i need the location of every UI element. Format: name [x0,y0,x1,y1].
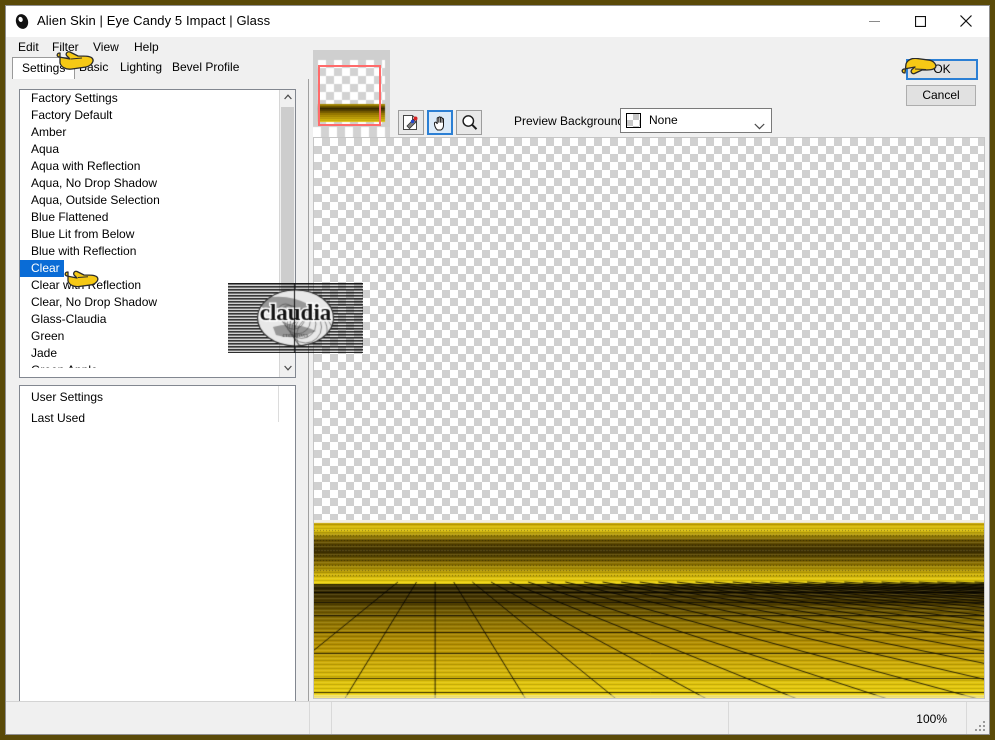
preset-item[interactable]: Factory Settings [20,90,278,107]
close-icon[interactable] [943,6,989,36]
minimize-icon[interactable] [851,6,897,36]
window-title: Alien Skin | Eye Candy 5 Impact | Glass [37,13,271,28]
preview-canvas[interactable] [313,137,985,699]
preview-background-label: Preview Background: [514,114,628,128]
preview-background-select[interactable]: None [620,108,772,133]
preset-item[interactable]: Aqua [20,141,278,158]
tab-settings[interactable]: Settings [12,57,76,79]
preset-item-partial[interactable]: Green Apple [20,362,278,368]
list-divider [278,386,279,422]
preview-background-value: None [649,113,678,127]
preset-item[interactable]: Clear [20,260,64,277]
chevron-down-icon [754,117,765,135]
preset-item[interactable]: Blue with Reflection [20,243,278,260]
maximize-icon[interactable] [897,6,943,36]
menu-item-edit[interactable]: Edit [12,38,45,56]
plugin-window: Alien Skin | Eye Candy 5 Impact | Glass … [5,5,990,735]
menu-item-view[interactable]: View [87,38,125,56]
preset-item[interactable]: Factory Default [20,107,278,124]
glass-floor-graphic [314,520,984,698]
preset-item[interactable]: Amber [20,124,278,141]
preset-item[interactable]: Blue Lit from Below [20,226,278,243]
menu-bar: Edit Filter View Help [6,37,989,57]
zoom-tool-icon[interactable] [456,110,482,135]
scroll-up-icon[interactable] [280,90,295,106]
resize-grip[interactable] [974,719,986,731]
preset-item[interactable]: Aqua, Outside Selection [20,192,278,209]
settings-panel: Factory Settings Factory Default Amber Aqua… [6,79,309,734]
user-preset-item[interactable]: Last Used [20,410,295,427]
hand-tool-icon[interactable] [427,110,453,135]
zoom-level: 100% [916,712,947,726]
checker-swatch-icon [626,113,641,128]
tab-strip: Settings Basic Lighting Bevel Profile [6,57,989,79]
preview-toolbar: Preview Background: None OK Cancel [309,50,989,139]
preset-item[interactable]: Aqua with Reflection [20,158,278,175]
title-bar: Alien Skin | Eye Candy 5 Impact | Glass [6,6,989,37]
status-bar: 100% [6,701,989,734]
menu-item-filter[interactable]: Filter [46,38,85,56]
watermark-logo [228,283,363,353]
alien-skin-icon [14,13,31,30]
scroll-down-icon[interactable] [280,361,295,377]
navigator-thumbnail[interactable] [313,50,390,137]
preset-item[interactable]: Aqua, No Drop Shadow [20,175,278,192]
menu-item-help[interactable]: Help [128,38,165,56]
user-preset-item[interactable]: User Settings [20,389,295,406]
user-presets-list[interactable]: User Settings Last Used [19,385,296,734]
cancel-button[interactable]: Cancel [906,85,976,106]
ok-button[interactable]: OK [906,59,978,80]
preview-area: Preview Background: None OK Cancel [309,50,989,701]
image-tool-icon[interactable] [398,110,424,135]
navigator-viewport-rect[interactable] [318,65,381,126]
preset-item[interactable]: Blue Flattened [20,209,278,226]
tab-bevel-profile[interactable]: Bevel Profile [163,57,248,79]
